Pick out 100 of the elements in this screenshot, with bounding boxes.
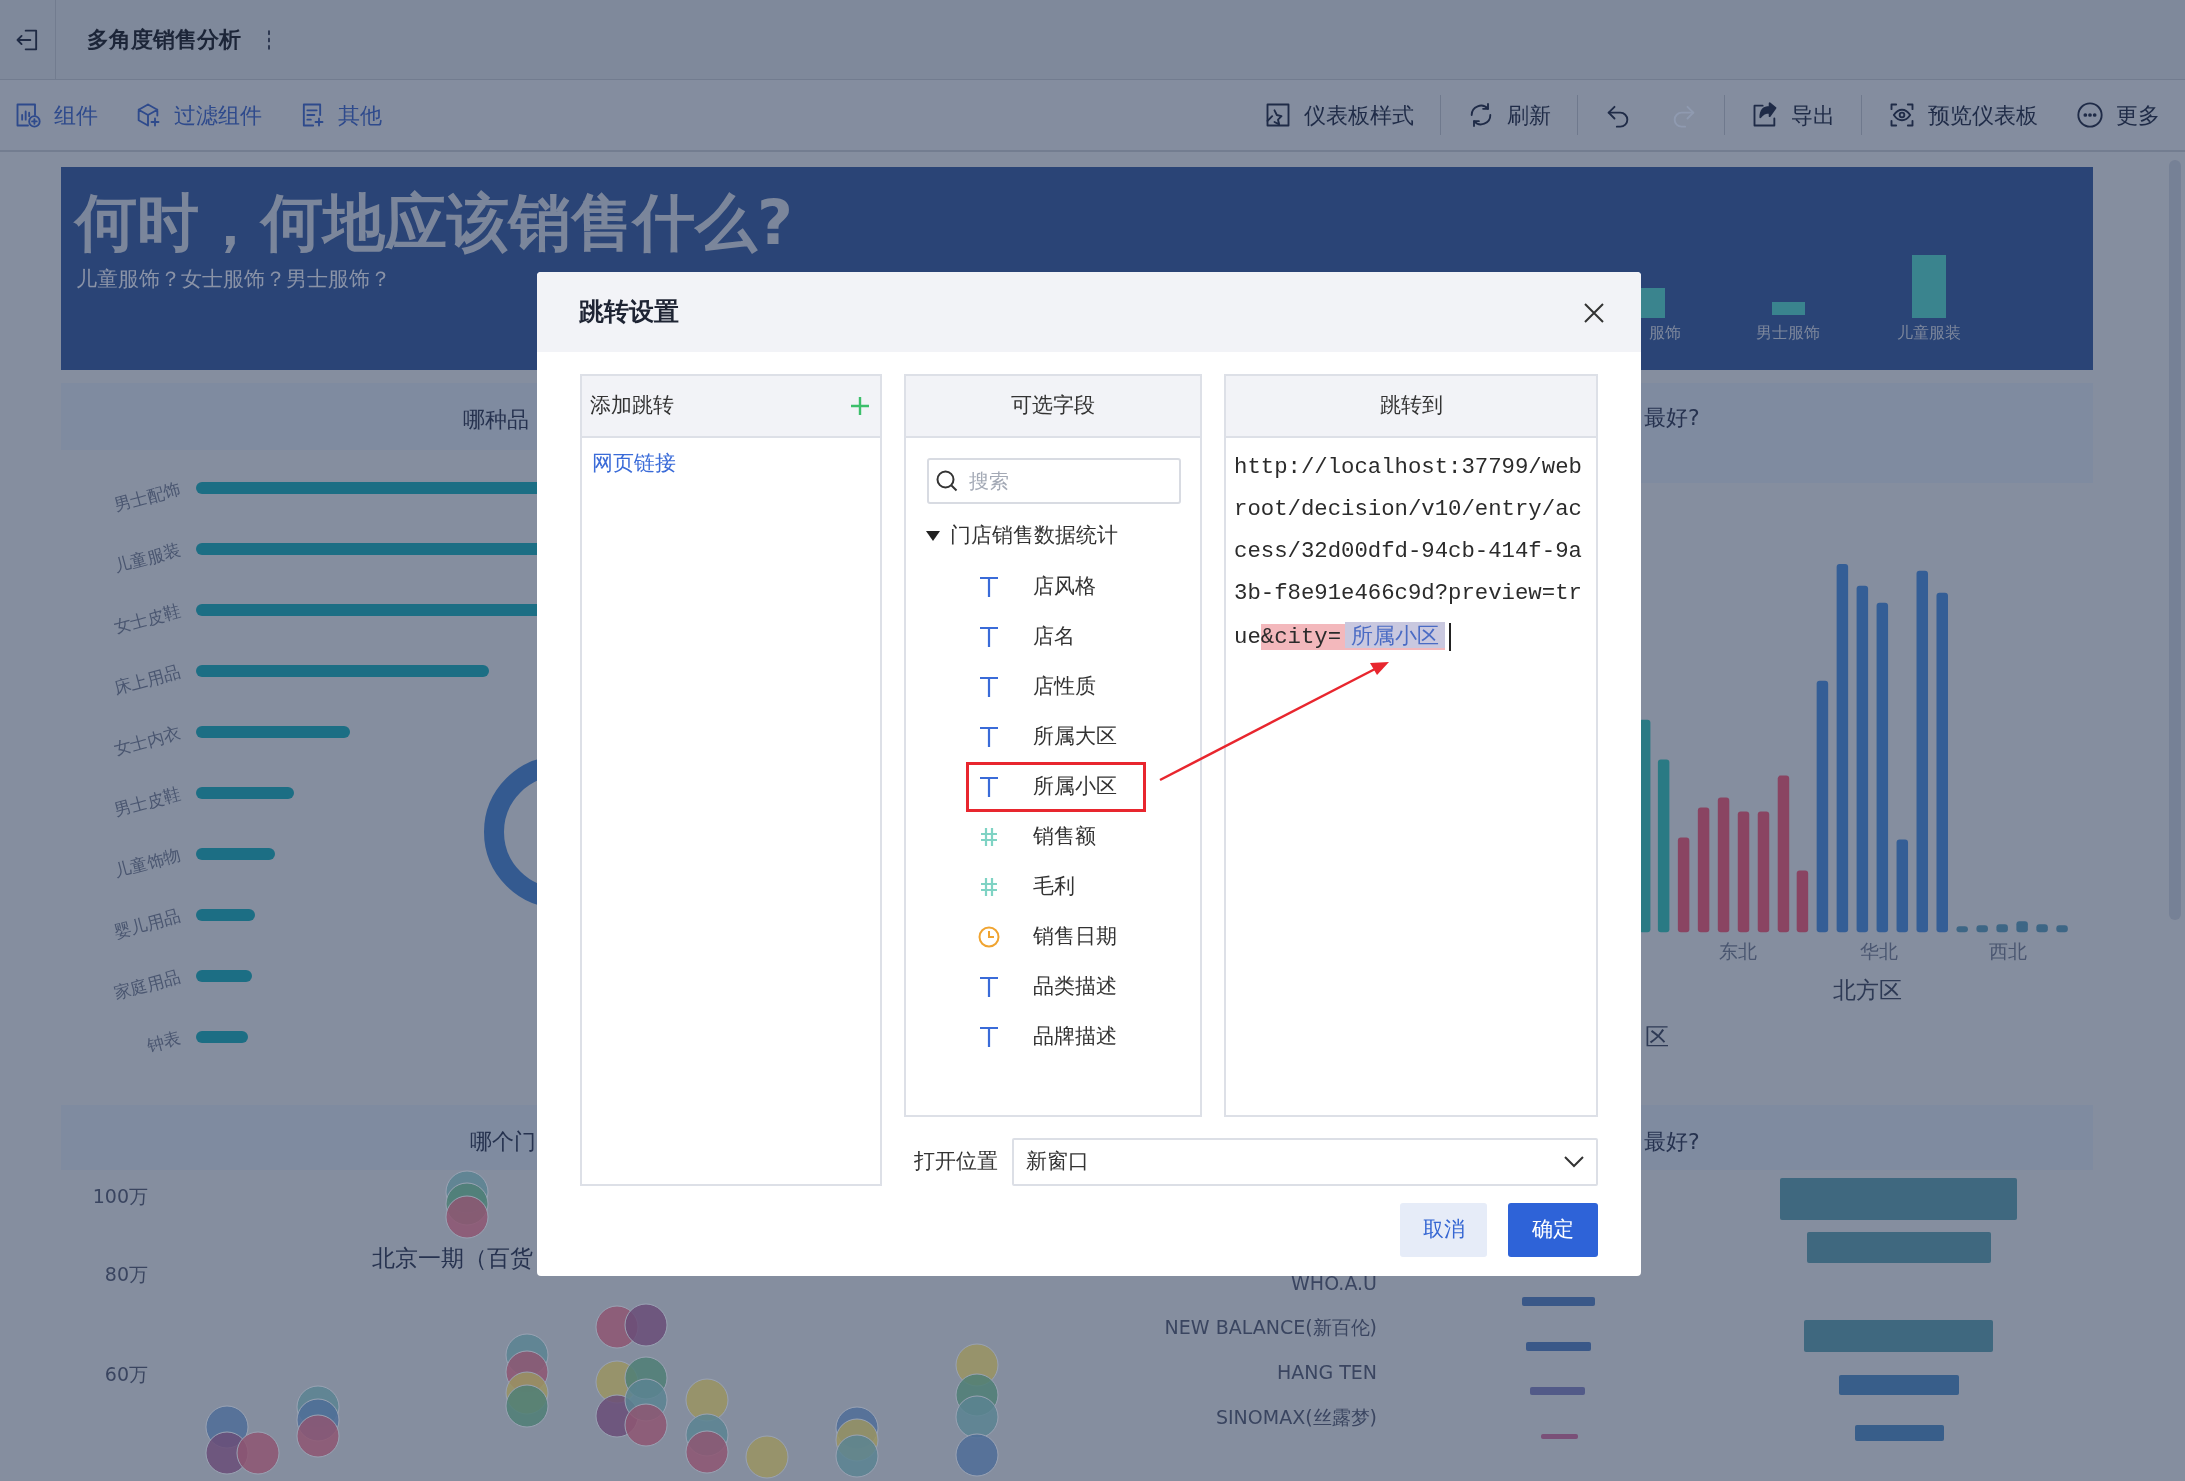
panel-title: 最好?: [1644, 1129, 1700, 1154]
axis-label: 华北: [1859, 940, 1898, 963]
text-type-icon: [979, 976, 999, 998]
dialog-title: 跳转设置: [579, 296, 679, 329]
panel-title: 哪种品: [463, 407, 529, 432]
url-field[interactable]: http://localhost:37799/webroot/decision/v10/entry/access/32d00dfd-94cb-414f-9a3b-f8e91e466c9d?preview=true&city= 所属小区: [1226, 438, 1596, 658]
category-label: 男士皮鞋: [111, 783, 183, 821]
text-type-icon: [979, 626, 999, 648]
chart-plus-icon: [14, 101, 42, 129]
brand-bar: [1541, 1434, 1578, 1439]
text-type-icon: [979, 726, 999, 748]
bubble: [296, 1414, 340, 1458]
category-label: 女士皮鞋: [111, 600, 183, 638]
bubble: [445, 1195, 489, 1239]
category-bar: [196, 909, 255, 921]
open-position-select[interactable]: 新窗口: [1012, 1138, 1598, 1186]
legend-bar: [1772, 302, 1805, 315]
field-item[interactable]: 品牌描述: [966, 1012, 1146, 1062]
category-label: 女士内衣: [111, 722, 183, 760]
share-box-icon: [1751, 101, 1779, 129]
category-label: 床上用品: [111, 661, 183, 699]
chart-bar: [1976, 925, 1988, 933]
chart-bar: [2036, 924, 2048, 933]
toolbar-button[interactable]: 仪表板样式: [1264, 98, 1414, 132]
brand-label: NEW BALANCE(新百伦): [1164, 1316, 1377, 1338]
category-label: 儿童服装: [111, 539, 183, 577]
close-button[interactable]: [1583, 300, 1605, 324]
field-item[interactable]: 店性质: [966, 662, 1146, 712]
axis-label: 西北: [1989, 940, 2028, 963]
bubble: [835, 1434, 879, 1478]
axis-group-label: 北方区: [1833, 977, 1903, 1004]
category-label: 钟表: [144, 1027, 183, 1056]
legend-label: 男士服饰: [1756, 323, 1820, 342]
banner-subtitle: 儿童服饰？女士服饰？男士服饰？: [75, 266, 392, 293]
eye-icon: [1888, 101, 1916, 129]
field-item[interactable]: 销售额: [966, 812, 1146, 862]
legend-label: 儿童服装: [1897, 323, 1961, 342]
field-item[interactable]: 所属小区: [966, 762, 1146, 812]
panel-header: 添加跳转: [590, 392, 674, 420]
text-type-icon: [979, 576, 999, 598]
brand-bar: [1530, 1387, 1585, 1395]
chart-bar: [2016, 921, 2028, 933]
category-bar: [196, 970, 252, 982]
link-item[interactable]: 网页链接: [592, 448, 880, 480]
category-label: 家庭用品: [111, 966, 183, 1004]
cancel-button[interactable]: 取消: [1400, 1203, 1487, 1257]
panel-header: 可选字段: [1011, 392, 1095, 420]
axis-label: 60万: [104, 1363, 148, 1385]
bubble: [236, 1431, 280, 1475]
hash-icon: [979, 826, 999, 848]
chart-bar: [2056, 925, 2068, 933]
hash-icon: [979, 876, 999, 898]
axis-group-label: 区: [1644, 1023, 1669, 1052]
chevron-down-icon: [1564, 1156, 1584, 1168]
bubble-label: 北京一期（百货: [372, 1245, 533, 1271]
field-item[interactable]: 毛利: [966, 862, 1146, 912]
axis-label: 100万: [92, 1185, 148, 1207]
kebab-menu-icon[interactable]: [265, 29, 273, 51]
bubble: [505, 1384, 549, 1428]
brand-label: WHO.A.U: [1291, 1272, 1377, 1294]
bubble: [624, 1303, 668, 1347]
toolbar-button[interactable]: 预览仪表板: [1888, 98, 2038, 132]
bubble: [955, 1395, 999, 1439]
brand-bar: [1526, 1342, 1591, 1351]
bubble: [624, 1403, 668, 1447]
field-item[interactable]: 所属大区: [966, 712, 1146, 762]
toolbar-button[interactable]: 更多: [2076, 98, 2160, 132]
bubble: [955, 1433, 999, 1477]
legend-bar: [1640, 288, 1665, 318]
dashboard-title: 多角度销售分析: [87, 26, 241, 54]
legend-label: 服饰: [1649, 323, 1681, 342]
toolbar-button[interactable]: 刷新: [1467, 98, 1551, 132]
bubble: [685, 1430, 729, 1474]
chart-bar: [1996, 924, 2008, 933]
brand-label: HANG TEN: [1276, 1361, 1377, 1383]
field-label: 打开位置: [914, 1148, 998, 1176]
confirm-button[interactable]: 确定: [1508, 1203, 1598, 1257]
text-type-icon: [979, 1026, 999, 1048]
image-frame-icon: [1264, 101, 1292, 129]
banner-title: 何时，何地应该销售什么?: [72, 185, 793, 254]
panel-title: 最好?: [1644, 405, 1700, 430]
category-label: 儿童饰物: [111, 844, 183, 882]
brand-label: SINOMAX(丝露梦): [1215, 1406, 1377, 1428]
tree-node[interactable]: 门店销售数据统计: [926, 514, 1200, 558]
search-field[interactable]: 搜索: [927, 458, 1181, 504]
more-icon: [2076, 101, 2104, 129]
field-item[interactable]: 店风格: [966, 562, 1146, 612]
field-item[interactable]: 店名: [966, 612, 1146, 662]
clock-icon: [978, 926, 1000, 948]
toolbar-button[interactable]: 导出: [1751, 98, 1835, 132]
text-type-icon: [979, 776, 999, 798]
bubble: [745, 1435, 789, 1479]
field-item[interactable]: 品类描述: [966, 962, 1146, 1012]
chart-bar: [1956, 926, 1968, 933]
text-type-icon: [979, 676, 999, 698]
category-label: 婴儿用品: [111, 905, 183, 943]
panel-header: 跳转到: [1379, 392, 1443, 420]
search-icon: [935, 469, 959, 493]
panel-title: 哪个门: [470, 1129, 536, 1154]
field-item[interactable]: 销售日期: [966, 912, 1146, 962]
